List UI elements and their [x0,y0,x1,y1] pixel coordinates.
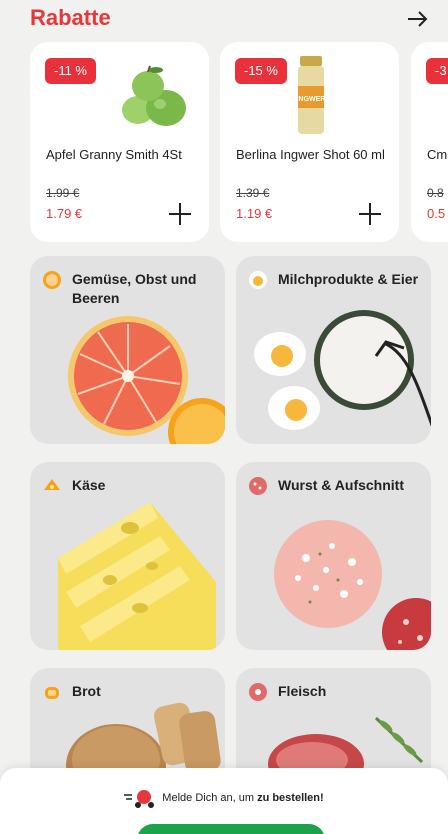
category-title: Milchprodukte & Eier [278,271,419,287]
discount-carousel[interactable]: -11 % Apfel Granny Smith 4St 1.99 € 1.79… [0,42,448,246]
old-price: 1.39 € [236,186,270,200]
apple-image [122,65,186,126]
sausage-icon [249,477,267,495]
section-title: Rabatte [30,5,111,30]
section-header: Rabatte [0,0,448,38]
category-card-gemuese[interactable]: Gemüse, Obst und Beeren [30,256,225,444]
discount-badge: -3 [426,58,448,84]
new-price: 0.5 [427,206,446,221]
product-card[interactable]: -3 Cm Sna 0.8 0.5 [411,42,448,242]
category-title: Brot [72,683,101,699]
product-label-text: INGWER [297,96,326,103]
add-to-cart-button[interactable] [166,200,194,228]
arrow-right-icon[interactable] [404,8,432,30]
meat-icon [249,683,267,701]
bread-icon [45,687,59,699]
category-card-kaese[interactable]: Käse [30,462,225,650]
discount-badge: -11 % [45,58,96,84]
login-prompt[interactable]: Melde Dich an, um zu bestellen! [0,788,448,809]
new-price: 1.79 € [46,206,83,221]
product-card[interactable]: -15 % INGWER Berlina Ingwer Shot 60 ml 1… [220,42,399,242]
cheese-icon [44,479,60,490]
ginger-shot-image: INGWER [297,56,326,134]
login-text: Melde Dich an, um [162,792,258,804]
scooter-icon [124,790,155,809]
product-name: Cm Sna [427,147,448,162]
category-card-milchprodukte[interactable]: Milchprodukte & Eier [236,256,431,444]
product-name: Berlina Ingwer Shot 60 ml [236,147,385,162]
login-button[interactable] [137,824,325,834]
new-price: 1.19 € [236,206,273,221]
category-title: Gemüse, Obst und Beeren [72,271,197,306]
discount-badge: -15 % [235,58,287,84]
category-title: Fleisch [278,683,327,699]
category-card-wurst[interactable]: Wurst & Aufschnitt [236,462,431,650]
old-price: 1.99 € [46,186,80,200]
category-title: Wurst & Aufschnitt [278,477,404,493]
orange-slice-icon [43,271,61,289]
product-card[interactable]: -11 % Apfel Granny Smith 4St 1.99 € 1.79… [30,42,209,242]
category-title: Käse [72,477,106,493]
old-price: 0.8 [427,186,444,200]
add-to-cart-button[interactable] [356,200,384,228]
login-link[interactable]: zu bestellen! [257,792,324,804]
product-name: Apfel Granny Smith 4St [46,147,182,162]
login-bar: Melde Dich an, um zu bestellen! [0,768,448,834]
egg-icon [249,271,267,289]
